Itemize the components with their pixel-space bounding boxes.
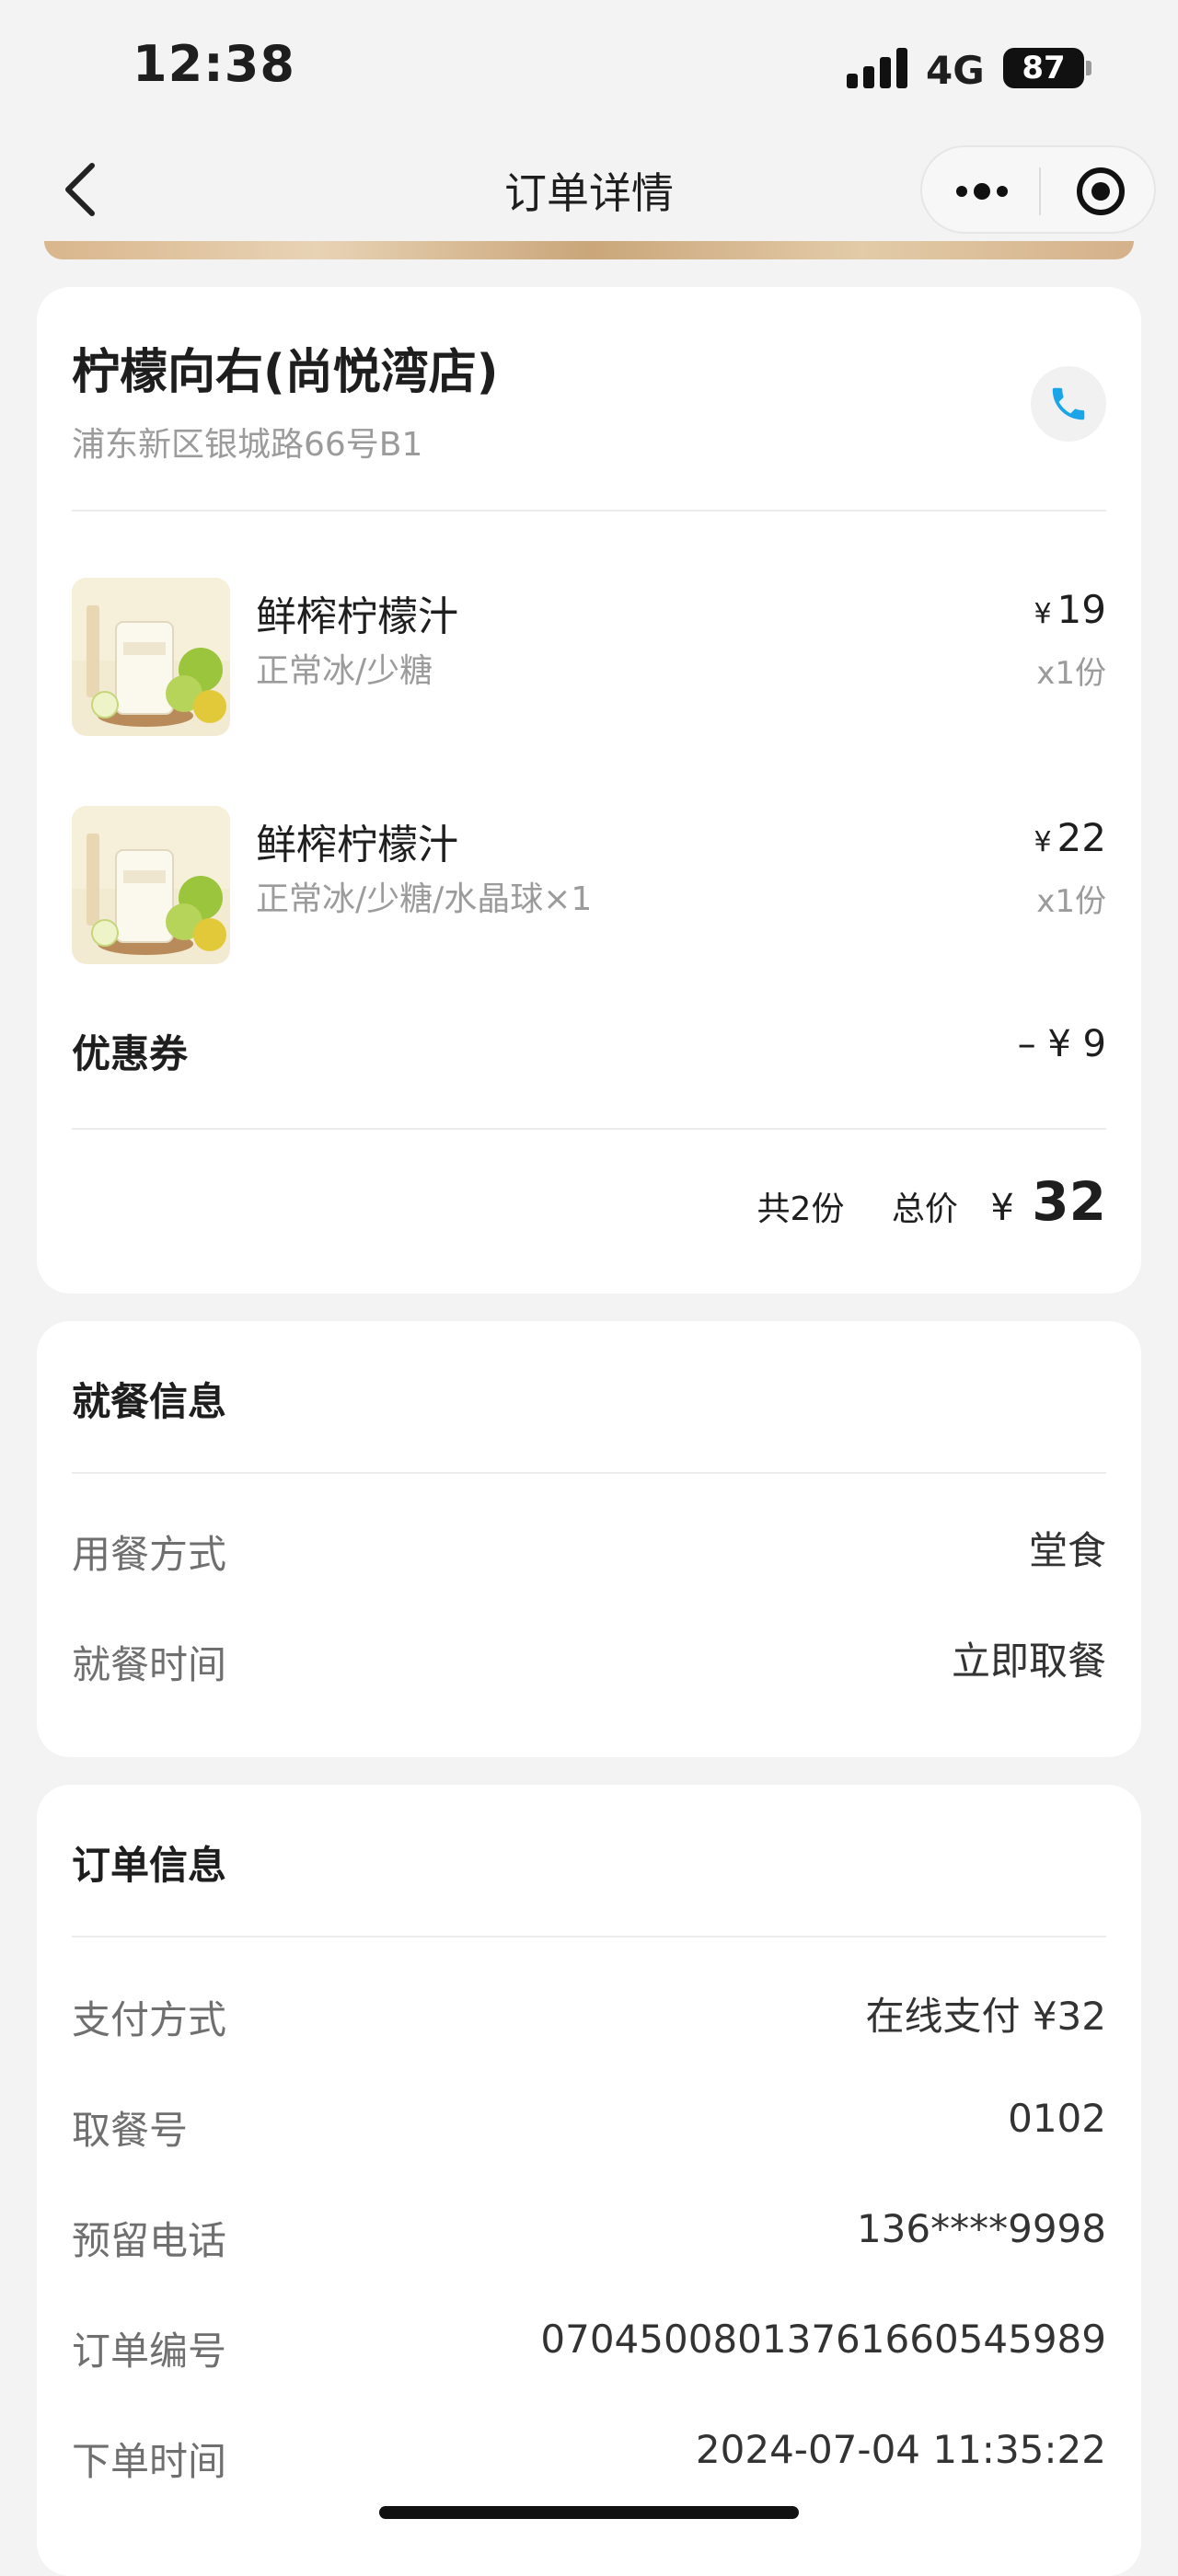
- item-spec: 正常冰/少糖/水晶球×1: [256, 880, 593, 918]
- coupon-label: 优惠券: [72, 1031, 189, 1076]
- order-number-value[interactable]: 0704500801376166054​5989: [540, 2317, 1106, 2362]
- store-banner-strip: [44, 241, 1134, 259]
- item-price-value: 19: [1057, 587, 1106, 632]
- order-info-card: 订单信息 支付方式 在线支付 ¥32 取餐号 0102 预留电话 136****…: [37, 1785, 1141, 2576]
- phone-button[interactable]: [1031, 366, 1106, 442]
- item-quantity: x1份: [1036, 883, 1106, 920]
- capsule-divider: [1039, 167, 1041, 215]
- list-item[interactable]: 鲜榨柠檬汁 正常冰/少糖 ¥19 x1份: [72, 578, 1106, 736]
- battery-tip: [1086, 61, 1091, 75]
- order-items-card: 柠檬向右(尚悦湾店) 浦东新区银城路66号B1 鲜榨柠檬汁 正常冰/少糖 ¥ 1…: [37, 287, 1141, 1294]
- divider: [72, 1128, 1106, 1130]
- item-name: 鲜榨柠檬汁: [256, 593, 458, 640]
- order-time-value: 2024-07-04 11:35:22: [695, 2427, 1106, 2472]
- currency-symbol: ¥: [1034, 598, 1052, 630]
- store-address: 浦东新区银城路66号B1: [72, 426, 423, 464]
- order-time-label: 下单时间: [72, 2439, 227, 2484]
- currency-symbol: ¥: [990, 1187, 1014, 1229]
- dining-method-value: 堂食: [1028, 1528, 1106, 1573]
- item-quantity: x1份: [1036, 655, 1106, 692]
- dining-time-label: 就餐时间: [72, 1642, 227, 1687]
- item-name: 鲜榨柠檬汁: [256, 822, 458, 868]
- total-count: 共2份: [756, 1190, 845, 1228]
- status-time: 12:38: [133, 35, 295, 93]
- item-price: ¥22: [1034, 815, 1106, 860]
- product-thumbnail: [72, 806, 230, 964]
- payment-method-label: 支付方式: [72, 1997, 227, 2042]
- section-title: 就餐信息: [72, 1379, 227, 1424]
- coupon-value: – ¥ 9: [1017, 1023, 1106, 1065]
- network-label: 4G: [926, 48, 985, 93]
- list-item[interactable]: 鲜榨柠檬汁 正常冰/少糖/水晶球×1 ¥22 x1份: [72, 806, 1106, 964]
- phone-value: 136****9998: [856, 2206, 1106, 2251]
- divider: [72, 1936, 1106, 1938]
- dining-method-label: 用餐方式: [72, 1532, 227, 1577]
- mini-program-capsule: [920, 145, 1156, 234]
- currency-symbol: ¥: [1034, 826, 1052, 858]
- total-amount: 32: [1032, 1170, 1106, 1233]
- phone-icon: [1052, 387, 1085, 420]
- section-title: 订单信息: [72, 1843, 227, 1888]
- divider: [72, 510, 1106, 512]
- item-price-value: 22: [1057, 815, 1106, 860]
- store-name: 柠檬向右(尚悦湾店): [72, 345, 499, 400]
- total-label: 总价: [891, 1190, 958, 1228]
- battery-level: 87: [1022, 50, 1066, 86]
- item-price: ¥19: [1034, 587, 1106, 632]
- payment-method-value: 在线支付 ¥32: [865, 1994, 1106, 2039]
- battery-icon: 87: [1003, 48, 1084, 88]
- home-indicator: [379, 2506, 799, 2519]
- item-spec: 正常冰/少糖: [256, 652, 433, 690]
- dining-info-card: 就餐信息 用餐方式 堂食 就餐时间 立即取餐: [37, 1321, 1141, 1757]
- order-number-label: 订单编号: [72, 2329, 227, 2374]
- pickup-number-label: 取餐号: [72, 2108, 189, 2153]
- dining-time-value: 立即取餐: [951, 1639, 1106, 1684]
- signal-icon: [847, 46, 911, 88]
- nav-bar: 订单详情: [0, 138, 1178, 241]
- status-bar: 12:38 4G 87: [0, 0, 1178, 138]
- order-total: 共2份 总价 ¥ 32: [757, 1170, 1106, 1233]
- product-thumbnail: [72, 578, 230, 736]
- pickup-number-value: 0102: [1008, 2096, 1106, 2141]
- more-dots-icon[interactable]: [953, 178, 1011, 204]
- divider: [72, 1472, 1106, 1474]
- phone-label: 预留电话: [72, 2218, 227, 2263]
- target-icon[interactable]: [1075, 166, 1126, 217]
